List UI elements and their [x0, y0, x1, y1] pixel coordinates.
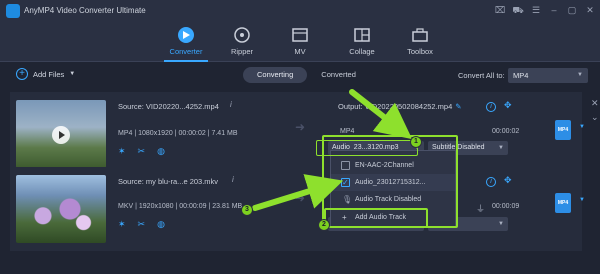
- output-info-icon[interactable]: i: [486, 102, 496, 112]
- rename-icon[interactable]: ✎: [455, 102, 461, 111]
- info-icon[interactable]: i: [232, 175, 234, 184]
- toolbox-icon: [412, 28, 428, 42]
- edit-actions: ✶ ✂ ◍: [118, 146, 165, 157]
- tab-mv-label: MV: [294, 47, 306, 56]
- source-duration: 00:00:02: [178, 130, 206, 137]
- title-bar: AnyMP4 Video Converter Ultimate ⌧ ⛟ ☰ – …: [0, 0, 600, 22]
- output-format: MP4: [340, 128, 355, 135]
- convert-all-value: MP4: [513, 71, 529, 80]
- close-icon[interactable]: ✕: [591, 98, 599, 109]
- source-resolution: 1920x1080: [138, 203, 174, 210]
- settings-icon[interactable]: ✥: [504, 100, 512, 111]
- menu-icon[interactable]: ☰: [530, 4, 542, 16]
- output-name: Output: VID20220502084252.mp4: [338, 102, 453, 111]
- output-duration: 00:00:02: [492, 128, 520, 135]
- tab-collage-label: Collage: [349, 47, 375, 56]
- chevron-down-icon[interactable]: ⌄: [591, 112, 599, 123]
- minimize-icon[interactable]: –: [548, 4, 560, 16]
- edit-icon[interactable]: ◍: [157, 219, 165, 230]
- tab-collage[interactable]: Collage: [332, 24, 392, 60]
- app-logo-icon: [6, 4, 20, 18]
- convert-arrow-icon: ➜: [295, 191, 306, 205]
- video-thumbnail[interactable]: [16, 100, 106, 168]
- highlight-box-audio-select: [316, 140, 418, 156]
- tab-toolbox[interactable]: Toolbox: [390, 24, 450, 60]
- tab-converter[interactable]: Converter: [156, 24, 216, 62]
- chevron-down-icon: ▼: [577, 72, 583, 78]
- chevron-down-icon[interactable]: ▼: [69, 71, 75, 77]
- plus-icon: +: [16, 68, 28, 80]
- source-resolution: 1080x1920: [138, 130, 173, 137]
- mv-icon: [292, 28, 308, 42]
- source-format: MKV: [118, 203, 134, 210]
- callout-badge-1: 1: [410, 136, 422, 148]
- callout-badge-3: 3: [241, 204, 253, 216]
- maximize-icon[interactable]: ▢: [566, 4, 578, 16]
- close-icon[interactable]: ✕: [584, 4, 596, 16]
- source-size: 23.81 MB: [212, 203, 243, 210]
- file-row: Source: my blu-ra...e 203.mkv i MKV | 19…: [10, 167, 585, 251]
- file-row: Source: VID20220...4252.mp4 i MP4 | 1080…: [10, 92, 585, 176]
- converter-icon: [178, 27, 194, 43]
- add-files-label: Add Files: [33, 69, 65, 79]
- output-filename: Output: VID20220502084252.mp4 ✎: [338, 102, 462, 111]
- tab-ripper[interactable]: Ripper: [212, 24, 272, 60]
- tab-ripper-label: Ripper: [230, 47, 254, 56]
- settings-icon[interactable]: ✥: [504, 175, 512, 186]
- tab-toolbox-label: Toolbox: [407, 47, 433, 56]
- tab-converted[interactable]: Converted: [307, 67, 370, 83]
- ripper-icon: [234, 27, 250, 43]
- source-filename: Source: VID20220...4252.mp4: [118, 102, 219, 111]
- output-format-button[interactable]: MP4: [555, 120, 571, 140]
- source-filename: Source: my blu-ra...e 203.mkv: [118, 177, 219, 186]
- status-segment: Converting Converted: [243, 67, 370, 83]
- info-icon[interactable]: i: [230, 100, 232, 109]
- source-format: MP4: [118, 130, 133, 137]
- feedback-icon[interactable]: ⌧: [494, 4, 506, 16]
- edit-actions: ✶ ✂ ◍: [118, 219, 165, 230]
- toolbar: + Add Files ▼ Converting Converted Conve…: [0, 63, 600, 87]
- chevron-down-icon: ▼: [498, 221, 504, 227]
- play-icon[interactable]: [52, 126, 70, 144]
- convert-all-select[interactable]: MP4 ▼: [508, 68, 588, 83]
- chevron-down-icon[interactable]: ▼: [579, 124, 585, 130]
- effects-icon[interactable]: ✶: [118, 146, 126, 157]
- chevron-down-icon: ▼: [498, 145, 504, 151]
- chevron-down-icon[interactable]: ▼: [579, 197, 585, 203]
- main-nav: Converter Ripper MV Collage Toolbox: [0, 22, 600, 62]
- output-format-button[interactable]: MP4: [555, 193, 571, 213]
- effects-icon[interactable]: ✶: [118, 219, 126, 230]
- cart-icon[interactable]: ⛟: [512, 4, 524, 16]
- tab-converting[interactable]: Converting: [243, 67, 308, 83]
- convert-arrow-icon: ➜: [295, 120, 306, 134]
- output-info-icon[interactable]: i: [486, 177, 496, 187]
- cut-icon[interactable]: ✂: [138, 146, 146, 157]
- edit-icon[interactable]: ◍: [157, 146, 165, 157]
- highlight-box-add-track: [324, 208, 428, 228]
- microphone-icon: ⏚: [476, 204, 486, 214]
- callout-badge-2: 2: [318, 219, 330, 231]
- source-meta: MP4 | 1080x1920 | 00:00:02 | 7.41 MB: [118, 130, 238, 137]
- convert-all-label: Convert All to:: [458, 71, 505, 80]
- video-thumbnail[interactable]: [16, 175, 106, 243]
- source-size: 7.41 MB: [211, 130, 238, 137]
- tab-mv[interactable]: MV: [270, 24, 330, 60]
- window-controls: ⌧ ⛟ ☰ – ▢ ✕: [494, 4, 596, 16]
- cut-icon[interactable]: ✂: [138, 219, 146, 230]
- add-files-button[interactable]: + Add Files ▼: [16, 68, 75, 80]
- app-title: AnyMP4 Video Converter Ultimate: [24, 6, 146, 15]
- output-duration: 00:00:09: [492, 203, 520, 210]
- source-duration: 00:00:09: [179, 203, 207, 210]
- collage-icon: [354, 28, 370, 42]
- source-meta: MKV | 1920x1080 | 00:00:09 | 23.81 MB: [118, 203, 243, 210]
- tab-converter-label: Converter: [169, 47, 203, 56]
